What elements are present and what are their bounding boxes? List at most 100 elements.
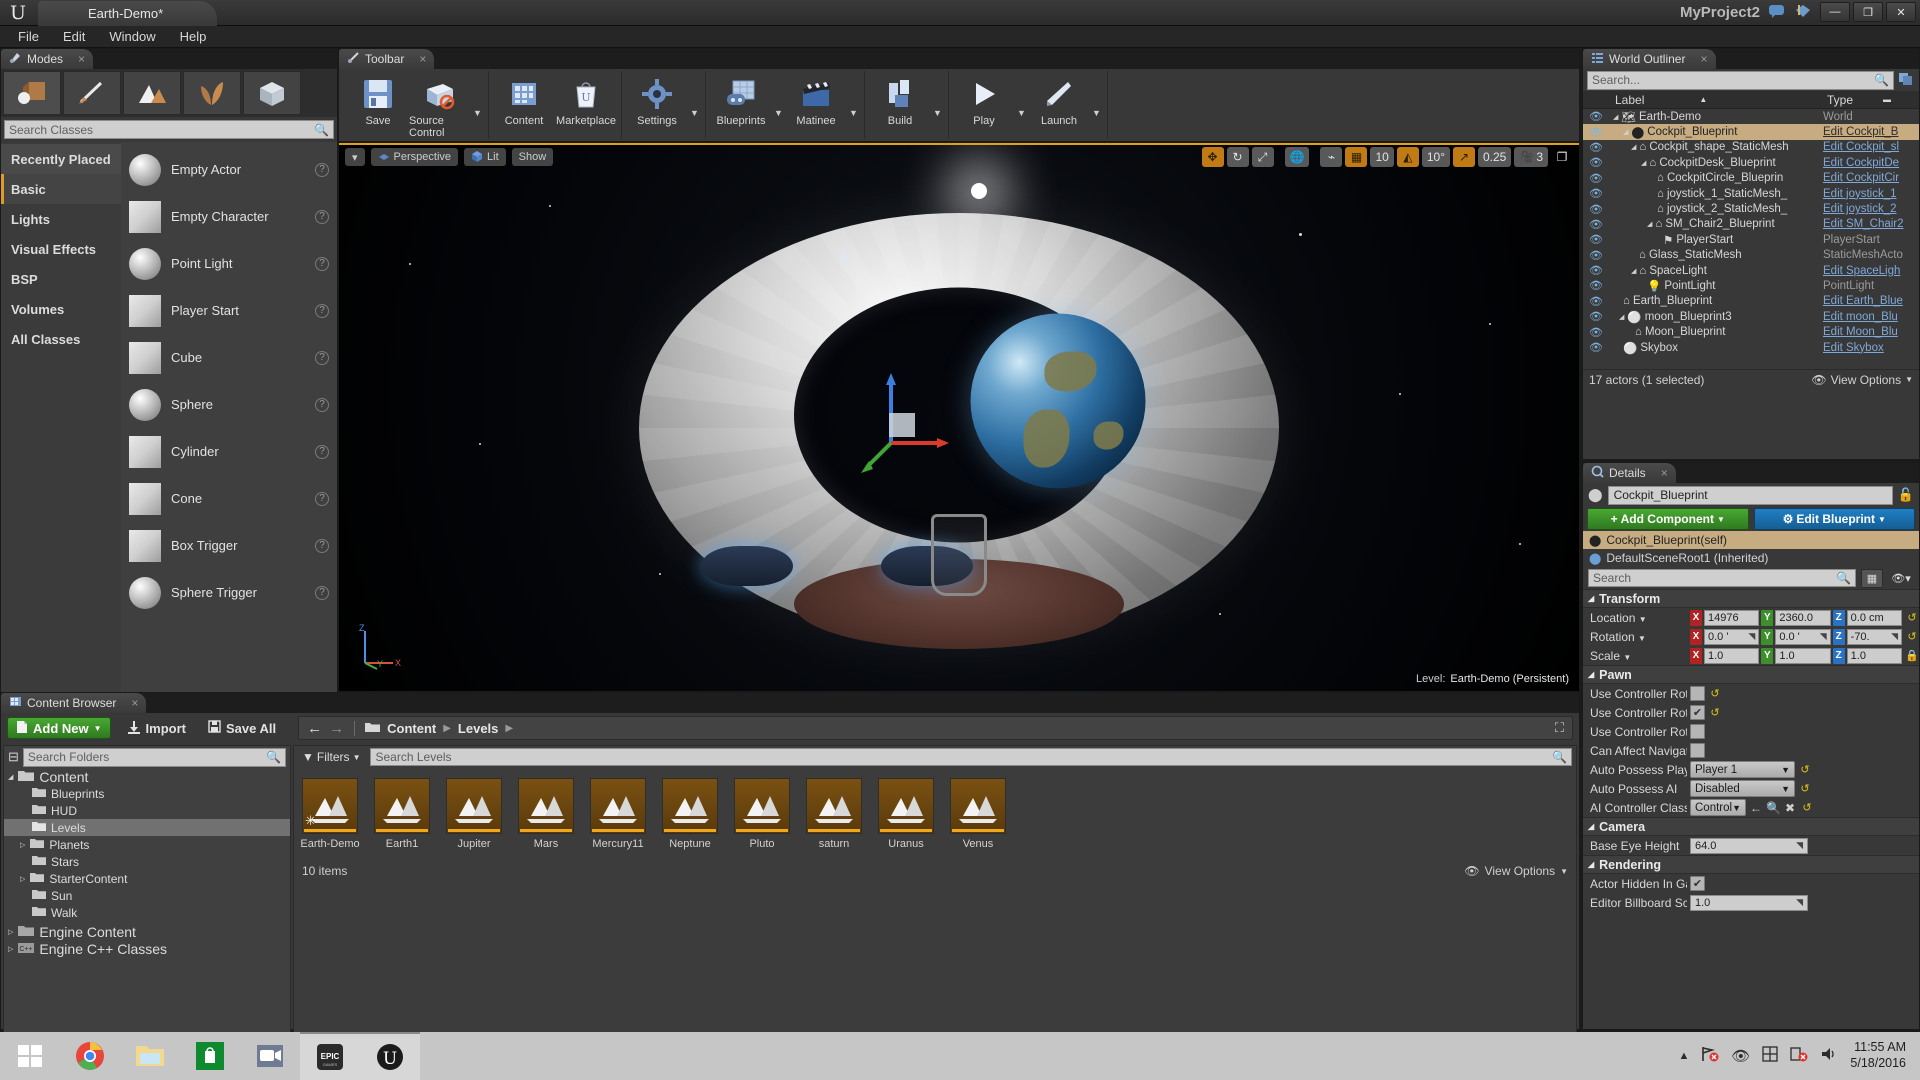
list-item[interactable]: Empty Actor ? — [121, 146, 337, 193]
lock-scale-icon[interactable]: 🔒 — [1905, 649, 1919, 662]
category-all-classes[interactable]: All Classes — [1, 324, 121, 354]
reset-icon[interactable]: ↺ — [1798, 782, 1812, 795]
scale-snap-value[interactable]: 0.25 — [1478, 147, 1512, 167]
details-search-input[interactable]: Search 🔍 — [1588, 569, 1856, 587]
volume-icon[interactable] — [1820, 1046, 1838, 1066]
lock-icon[interactable]: 🔓 — [1898, 487, 1914, 503]
add-component-button[interactable]: + Add Component ▼ — [1587, 508, 1749, 530]
edit-blueprint-button[interactable]: ⚙ Edit Blueprint ▼ — [1753, 508, 1915, 530]
table-row[interactable]: 👁 ⚑ PlayerStart PlayerStart — [1583, 232, 1919, 247]
action-center-icon[interactable] — [1790, 1046, 1808, 1066]
list-item[interactable]: Cylinder ? — [121, 428, 337, 475]
expand-arrow-icon[interactable]: ◢ — [1631, 143, 1636, 151]
eye-icon[interactable]: 👁 — [1583, 310, 1609, 323]
row-type-link[interactable]: Edit joystick_2 — [1823, 203, 1919, 215]
chair-mesh[interactable] — [931, 514, 987, 596]
minimize-button[interactable]: — — [1820, 2, 1850, 22]
list-item[interactable]: Cube ? — [121, 334, 337, 381]
content-browser-tab[interactable]: Content Browser × — [1, 693, 147, 713]
folder-sun[interactable]: Sun — [4, 887, 290, 904]
scale-y-input[interactable]: 1.0 — [1775, 647, 1831, 664]
help-icon[interactable]: ? — [315, 256, 329, 271]
category-visual-effects[interactable]: Visual Effects — [1, 234, 121, 264]
eye-icon[interactable]: 👁 — [1583, 341, 1609, 354]
row-type-link[interactable]: Edit moon_Blu — [1823, 311, 1919, 323]
eye-icon[interactable]: 👁 — [1583, 156, 1609, 169]
location-x-input[interactable]: 14976 — [1704, 609, 1760, 626]
eye-icon[interactable]: 👁 — [1583, 187, 1609, 200]
eye-icon[interactable]: 👁 — [1583, 233, 1609, 246]
table-row[interactable]: 👁 ◢ ⌂ SM_Chair2_Blueprint Edit SM_Chair2 — [1583, 217, 1919, 232]
asset-tile[interactable]: Earth1 — [374, 778, 430, 850]
row-type-link[interactable]: Edit Moon_Blu — [1823, 326, 1919, 338]
source-control-button[interactable]: Source Control — [409, 71, 471, 139]
blueprints-dropdown-arrow[interactable]: ▼ — [772, 71, 785, 139]
asset-tile[interactable]: Uranus — [878, 778, 934, 850]
play-button[interactable]: Play — [953, 71, 1015, 139]
table-row[interactable]: 👁 💡 PointLight PointLight — [1583, 278, 1919, 293]
matinee-button[interactable]: Matinee — [785, 71, 847, 139]
category-basic[interactable]: Basic — [1, 174, 121, 204]
save-all-button[interactable]: Save All — [202, 720, 282, 736]
asset-tile[interactable]: Venus — [950, 778, 1006, 850]
rotate-mode-icon[interactable]: ↻ — [1226, 147, 1249, 167]
eye-icon[interactable]: 👁 — [1583, 172, 1609, 185]
eye-icon[interactable]: 👁 — [1583, 126, 1609, 139]
asset-tile[interactable]: Mercury11 — [590, 778, 646, 850]
help-icon[interactable]: ? — [315, 397, 329, 412]
list-item[interactable]: Point Light ? — [121, 240, 337, 287]
marketplace-button[interactable]: U Marketplace — [555, 71, 617, 139]
world-coordinate-icon[interactable]: 🌐 — [1284, 147, 1310, 167]
folder-planets[interactable]: ▷ Planets — [4, 836, 290, 853]
row-type-link[interactable]: Edit Cockpit_sl — [1823, 141, 1919, 153]
expand-arrow-icon[interactable]: ◢ — [1619, 313, 1624, 321]
actor-name-input[interactable]: Cockpit_Blueprint — [1607, 485, 1893, 505]
camera-type-button[interactable]: Perspective — [370, 148, 459, 166]
type-column-header[interactable]: Type ▬ — [1823, 93, 1919, 107]
component-row-self[interactable]: ⬤ Cockpit_Blueprint(self) — [1583, 531, 1919, 549]
settings-dropdown-arrow[interactable]: ▼ — [688, 71, 701, 139]
eye-icon[interactable]: 👁 — [1583, 110, 1609, 123]
restore-button[interactable]: ❐ — [1853, 2, 1883, 22]
checkbox[interactable] — [1690, 743, 1705, 758]
expand-arrow-icon[interactable]: ◢ — [8, 773, 13, 781]
menu-window[interactable]: Window — [99, 27, 165, 46]
expand-arrow-icon[interactable]: ▷ — [20, 841, 25, 849]
ai-controller-class-select[interactable]: Control ▼ — [1690, 799, 1746, 816]
list-item[interactable]: Empty Character ? — [121, 193, 337, 240]
outliner-search-input[interactable]: Search... 🔍 — [1587, 70, 1894, 90]
table-row[interactable]: 👁 ⌂ Glass_StaticMesh StaticMeshActo — [1583, 248, 1919, 263]
settings-button[interactable]: Settings — [626, 71, 688, 139]
browse-asset-icon[interactable]: 🔍 — [1766, 801, 1781, 815]
windows-start-icon[interactable] — [0, 1032, 60, 1080]
component-row-scene-root[interactable]: ⬤ DefaultSceneRoot1 (Inherited) — [1583, 549, 1919, 567]
breadcrumb-levels[interactable]: Levels — [458, 721, 498, 736]
file-explorer-icon[interactable] — [120, 1032, 180, 1080]
lock-path-icon[interactable]: ⛶ — [1555, 720, 1564, 736]
play-dropdown-arrow[interactable]: ▼ — [1015, 71, 1028, 139]
section-rendering[interactable]: ◢ Rendering — [1583, 855, 1919, 874]
reset-icon[interactable]: ↺ — [1905, 611, 1919, 624]
breadcrumb-content[interactable]: Content — [387, 721, 436, 736]
build-dropdown-arrow[interactable]: ▼ — [931, 71, 944, 139]
folder-blueprints[interactable]: Blueprints — [4, 785, 290, 802]
scale-snap-icon[interactable]: ↗ — [1453, 147, 1475, 167]
close-icon[interactable]: × — [1661, 466, 1668, 480]
grid-snap-icon[interactable]: ▦ — [1345, 147, 1368, 167]
asset-tile[interactable]: ✳ Earth-Demo — [300, 778, 360, 850]
help-icon[interactable]: ? — [315, 303, 329, 318]
help-icon[interactable]: ? — [315, 162, 329, 177]
close-icon[interactable]: × — [1700, 52, 1707, 66]
build-button[interactable]: Build — [869, 71, 931, 139]
close-icon[interactable]: × — [419, 52, 426, 66]
eye-icon[interactable]: 👁 — [1583, 264, 1609, 277]
list-item[interactable]: Sphere ? — [121, 381, 337, 428]
rotation-snap-value[interactable]: 10° — [1421, 147, 1450, 167]
checkbox[interactable]: ✔ — [1690, 876, 1705, 891]
category-recently-placed[interactable]: Recently Placed — [1, 144, 121, 174]
asset-tile[interactable]: Mars — [518, 778, 574, 850]
scale-mode-icon[interactable]: ⤢ — [1251, 147, 1274, 167]
list-item[interactable]: Cone ? — [121, 475, 337, 522]
help-icon[interactable]: ? — [315, 350, 329, 365]
earth-blueprint-actor[interactable] — [970, 313, 1146, 489]
